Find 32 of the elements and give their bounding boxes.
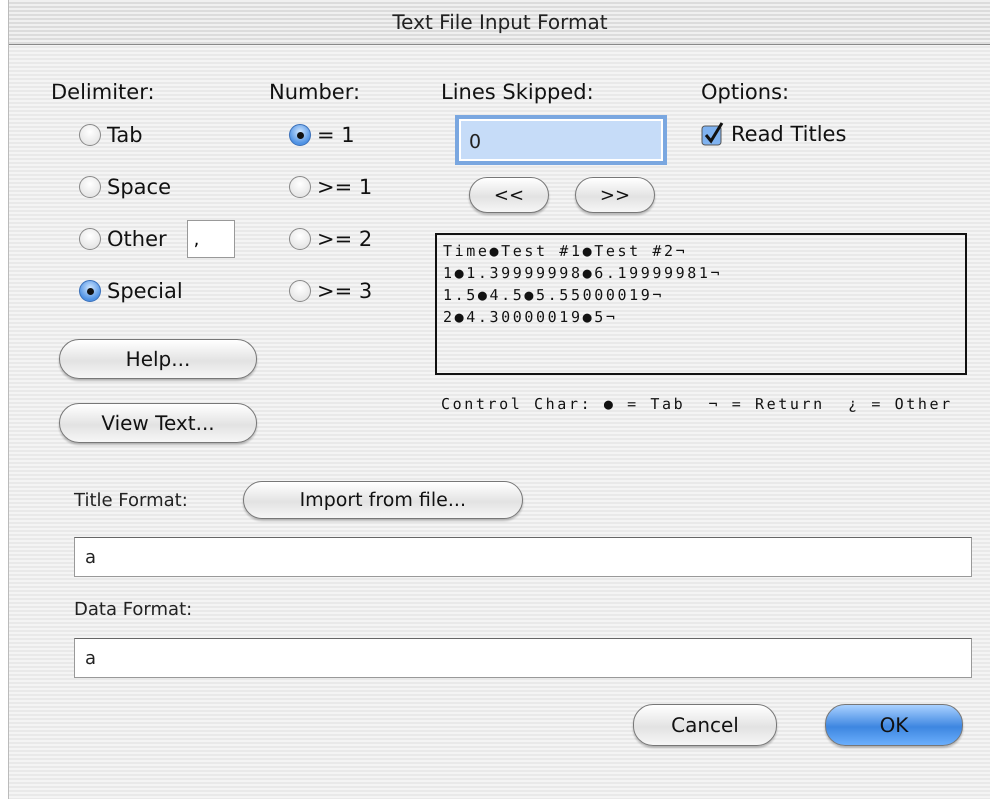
field-label: Title Format: xyxy=(74,490,188,510)
radio-option[interactable]: Tab xyxy=(79,123,143,147)
dialog-button[interactable]: View Text... xyxy=(59,403,257,443)
checkbox-icon xyxy=(701,121,725,147)
title-format-field[interactable]: a xyxy=(74,537,972,577)
dialog-button[interactable]: Help... xyxy=(59,339,257,379)
radio-option[interactable]: = 1 xyxy=(289,123,355,147)
step-button[interactable]: >> xyxy=(575,177,655,213)
control-char-legend: Control Char: ● = Tab ¬ = Return ¿ = Other xyxy=(441,393,967,415)
delimiter-field[interactable]: , xyxy=(186,220,235,258)
window-title: Text File Input Format xyxy=(9,0,990,45)
radio-option[interactable]: Space xyxy=(79,175,171,199)
radio-option[interactable]: >= 1 xyxy=(289,175,372,199)
data-format-field[interactable]: a xyxy=(74,638,972,678)
import-button[interactable]: Import from file... xyxy=(242,481,523,519)
group-label: Options: xyxy=(701,79,790,106)
group-label: Number: xyxy=(269,79,362,106)
radio-option[interactable]: Special xyxy=(79,279,183,303)
dialog-button[interactable]: Cancel xyxy=(633,704,777,746)
field-label: Data Format: xyxy=(74,599,194,620)
preview-line: 1●1.39999998●6.19999981¬ xyxy=(443,263,724,284)
preview-line: 1.5●4.5●5.55000019¬ xyxy=(443,285,665,306)
radio-option[interactable]: Other xyxy=(79,227,167,251)
group-label: Lines Skipped: xyxy=(441,79,595,106)
group-label: Delimiter: xyxy=(51,79,156,106)
radio-option[interactable]: >= 3 xyxy=(289,279,372,303)
step-button[interactable]: << xyxy=(469,177,549,213)
preview-line: Time●Test #1●Test #2¬ xyxy=(443,241,688,262)
dialog-button[interactable]: OK xyxy=(825,704,963,746)
preview-line: 2●4.30000019●5¬ xyxy=(443,307,618,328)
radio-option[interactable]: >= 2 xyxy=(289,227,372,251)
checkbox-option[interactable]: Read Titles xyxy=(701,121,846,147)
